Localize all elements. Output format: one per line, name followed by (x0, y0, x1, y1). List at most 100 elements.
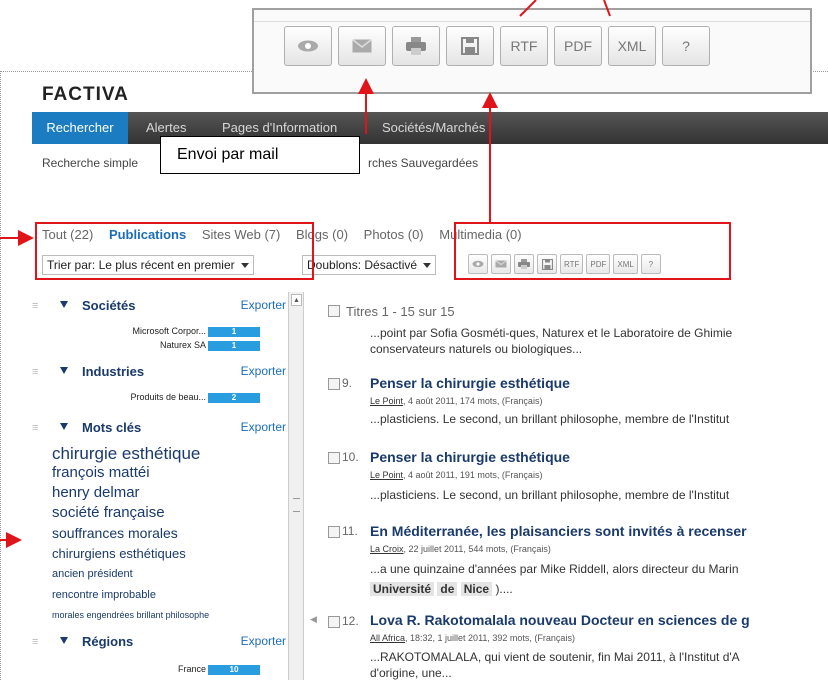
annotation-box-toolbar (454, 222, 731, 280)
result-snippet: d'origine, une... (370, 666, 452, 680)
annotation-box-tabs (35, 222, 314, 280)
tab-photos[interactable]: Photos (0) (364, 227, 424, 242)
facet-row[interactable]: Produits de beau... 2 (32, 392, 286, 404)
result-title-link[interactable]: Penser la chirurgie esthétique (370, 449, 570, 465)
subnav-saved-searches[interactable]: rches Sauvegardées (368, 156, 478, 170)
subnav-simple-search[interactable]: Recherche simple (42, 156, 138, 170)
zoom-save-button[interactable] (446, 26, 494, 66)
scroll-grip-icon[interactable] (293, 498, 300, 512)
facet-row-count: 1 (208, 327, 260, 337)
print-icon (406, 37, 426, 55)
annotation-callout-email: Envoi par mail (160, 136, 360, 174)
facet-row-label: Produits de beau... (130, 392, 206, 402)
sidebar-scrollbar[interactable]: ▲ (288, 292, 304, 680)
keyword-link[interactable]: rencontre improbable (52, 589, 156, 601)
result-checkbox[interactable] (328, 616, 340, 628)
result-snippet: ...plasticiens. Le second, un brillant p… (370, 412, 730, 426)
result-snippet: ...a une quinzaine d'années par Mike Rid… (370, 562, 739, 576)
result-meta: All Africa, 18:32, 1 juillet 2011, 392 m… (370, 633, 575, 643)
result-checkbox[interactable] (328, 378, 340, 390)
result-meta: Le Point, 4 août 2011, 191 mots, (França… (370, 470, 542, 480)
main-nav: Rechercher Alertes Pages d'Information S… (32, 112, 828, 144)
zoom-xml-button[interactable]: XML (608, 26, 656, 66)
nav-tab-companies[interactable]: Sociétés/Marchés (382, 112, 485, 144)
export-link[interactable]: Exporter (241, 634, 286, 648)
zoomed-toolbar-panel: RTF PDF XML ? (252, 8, 812, 94)
result-number: 10. (342, 450, 359, 464)
select-all-checkbox[interactable] (328, 305, 340, 317)
keyword-link[interactable]: chirurgiens esthétiques (52, 546, 186, 561)
facet-row[interactable]: Naturex SA 1 (32, 340, 286, 352)
keyword-link[interactable]: chirurgie esthétique (52, 444, 200, 464)
export-link[interactable]: Exporter (241, 420, 286, 434)
export-link[interactable]: Exporter (241, 298, 286, 312)
export-link[interactable]: Exporter (241, 364, 286, 378)
facet-industries-header[interactable]: ≡ Industries Exporter (32, 364, 286, 382)
result-source-link[interactable]: Le Point (370, 396, 403, 406)
facet-row[interactable]: Microsoft Corpor... 1 (32, 326, 286, 338)
keyword-link[interactable]: société française (52, 504, 165, 521)
result-number: 12. (342, 614, 359, 628)
result-title-link[interactable]: En Méditerranée, les plaisanciers sont i… (370, 523, 747, 539)
result-number: 9. (342, 376, 353, 390)
duplicates-dropdown[interactable]: Doublons: Désactivé (302, 255, 437, 275)
facet-sidebar: ≡ Sociétés Exporter Microsoft Corpor... … (32, 292, 286, 680)
zoom-email-button[interactable] (338, 26, 386, 66)
facet-row-label: Naturex SA (159, 340, 206, 350)
snippet-tail: ).... (495, 582, 513, 596)
save-icon (461, 37, 479, 55)
highlight-term: de (437, 582, 458, 596)
zoom-rtf-button[interactable]: RTF (500, 26, 548, 66)
facet-keywords-header[interactable]: ≡ Mots clés Exporter (32, 420, 286, 438)
result-meta-text: , 4 août 2011, 191 mots, (Français) (403, 470, 543, 480)
zoom-help-button[interactable]: ? (662, 26, 710, 66)
keyword-link[interactable]: ancien président (52, 568, 133, 580)
facet-row[interactable]: France 10 (32, 664, 286, 676)
result-snippet: ...plasticiens. Le second, un brillant p… (370, 488, 730, 502)
drag-handle-icon[interactable]: ≡ (32, 300, 42, 312)
highlight-term: Université (370, 582, 435, 596)
facet-title: Industries (82, 364, 145, 379)
collapse-triangle-icon[interactable] (60, 367, 68, 374)
result-number: 11. (342, 524, 358, 538)
scroll-up-icon[interactable]: ▲ (291, 294, 302, 306)
duplicates-dropdown-value: Doublons: Désactivé (307, 258, 418, 272)
factiva-logo: FACTIVA (42, 84, 129, 105)
keyword-link[interactable]: henry delmar (52, 484, 140, 501)
nav-tab-search[interactable]: Rechercher (32, 112, 128, 144)
collapse-triangle-icon[interactable] (60, 637, 68, 644)
drag-handle-icon[interactable]: ≡ (32, 422, 42, 434)
drag-handle-icon[interactable]: ≡ (32, 366, 42, 378)
keyword-link[interactable]: morales engendrées brillant philosophe (52, 610, 209, 620)
result-title-link[interactable]: Penser la chirurgie esthétique (370, 375, 570, 391)
zoom-panel-top-edge (254, 10, 810, 22)
result-source-link[interactable]: La Croix (370, 544, 404, 554)
keyword-link[interactable]: souffrances morales (52, 525, 178, 541)
result-snippet: ...point par Sofia Gosméti-ques, Naturex… (370, 326, 733, 340)
result-title-link[interactable]: Lova R. Rakotomalala nouveau Docteur en … (370, 612, 750, 628)
drag-handle-icon[interactable]: ≡ (32, 636, 42, 648)
result-source-link[interactable]: Le Point (370, 470, 403, 480)
collapse-triangle-icon[interactable] (60, 423, 68, 430)
zoom-view-button[interactable] (284, 26, 332, 66)
screenshot-border-left (0, 71, 1, 680)
chevron-down-icon (423, 263, 432, 269)
zoom-pdf-button[interactable]: PDF (554, 26, 602, 66)
results-list: Titres 1 - 15 sur 15 ...point par Sofia … (320, 292, 828, 680)
result-checkbox[interactable] (328, 452, 340, 464)
facet-companies-header[interactable]: ≡ Sociétés Exporter (32, 298, 286, 316)
zoom-print-button[interactable] (392, 26, 440, 66)
results-count: Titres 1 - 15 sur 15 (346, 304, 455, 319)
facet-row-count: 1 (208, 341, 260, 351)
result-source-link[interactable]: All Africa (370, 633, 405, 643)
facet-title: Sociétés (82, 298, 136, 313)
facet-row-count: 2 (208, 393, 260, 403)
collapse-sidebar-icon[interactable]: ◀ (310, 614, 317, 625)
result-checkbox[interactable] (328, 526, 340, 538)
result-snippet-line2: Université de Nice ).... (370, 582, 513, 596)
keyword-link[interactable]: françois mattéi (52, 464, 150, 481)
collapse-triangle-icon[interactable] (60, 301, 68, 308)
facet-regions-header[interactable]: ≡ Régions Exporter (32, 634, 286, 652)
result-meta: La Croix, 22 juillet 2011, 544 mots, (Fr… (370, 544, 551, 554)
zoomed-toolbar: RTF PDF XML ? (284, 26, 710, 66)
